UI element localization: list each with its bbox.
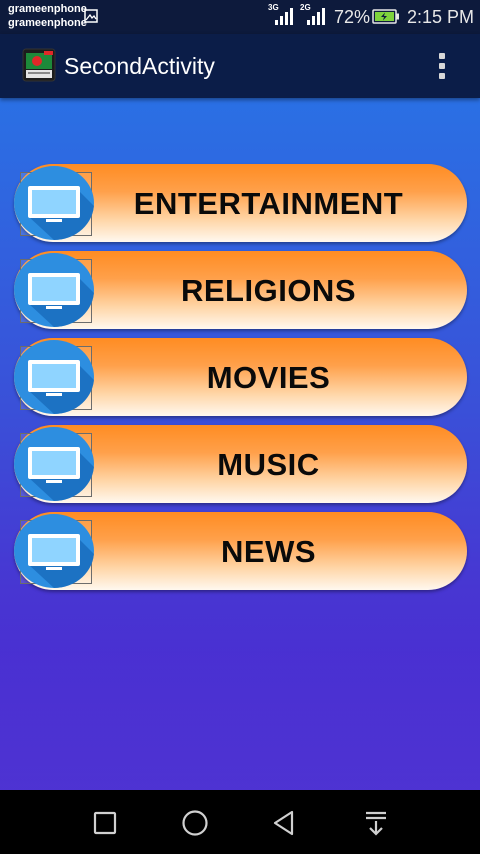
- entertainment-label: ENTERTAINMENT: [133, 186, 404, 221]
- religions-label: RELIGIONS: [180, 273, 356, 308]
- navigation-bar: [0, 790, 480, 854]
- carrier-2-label: grameenphone: [8, 17, 87, 29]
- battery-charging-icon: [372, 9, 399, 24]
- tv-icon: [14, 427, 94, 501]
- carrier-1-label: grameenphone: [8, 3, 87, 15]
- news-label: NEWS: [221, 534, 316, 569]
- recents-square-icon[interactable]: [90, 808, 120, 838]
- status-bar: grameenphone grameenphone 3G 2G 72% 2:15…: [0, 0, 480, 34]
- movies-button[interactable]: MOVIES: [14, 338, 467, 416]
- tv-icon: [14, 340, 94, 414]
- signal-3g-icon: [275, 8, 293, 25]
- movies-label: MOVIES: [206, 360, 331, 395]
- clock: 2:15 PM: [407, 7, 475, 27]
- carrier-names: grameenphone grameenphone: [8, 2, 87, 30]
- background-gradient: [0, 590, 480, 790]
- home-circle-icon[interactable]: [180, 808, 210, 838]
- app-title: SecondActivity: [64, 53, 215, 79]
- news-button[interactable]: NEWS: [14, 512, 467, 590]
- music-label: MUSIC: [217, 447, 320, 482]
- music-button[interactable]: MUSIC: [14, 425, 467, 503]
- tv-icon: [14, 514, 94, 588]
- religions-button[interactable]: RELIGIONS: [14, 251, 467, 329]
- entertainment-button[interactable]: ENTERTAINMENT: [14, 164, 467, 242]
- overflow-menu-icon[interactable]: [430, 50, 454, 82]
- main-content: ENTERTAINMENT RELIGIONS MOVIES MUSIC NEW…: [0, 98, 480, 790]
- battery-percent: 72%: [334, 7, 371, 27]
- signal-2g-icon: [307, 8, 325, 25]
- app-logo-icon[interactable]: [22, 48, 56, 82]
- back-triangle-icon[interactable]: [270, 808, 300, 838]
- tv-icon: [14, 253, 94, 327]
- app-bar: SecondActivity: [0, 34, 480, 98]
- image-notification-icon: [84, 9, 98, 23]
- notifications-pull-down-icon[interactable]: [361, 808, 391, 838]
- screen: grameenphone grameenphone 3G 2G 72% 2:15…: [0, 0, 480, 854]
- tv-icon: [14, 166, 94, 240]
